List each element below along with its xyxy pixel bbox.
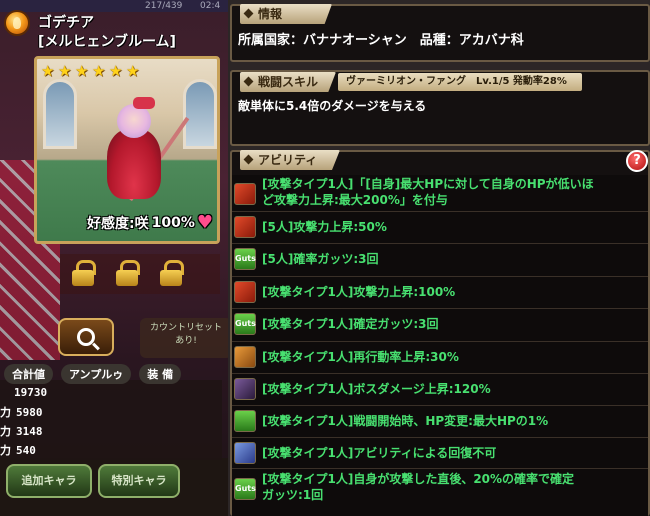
lock-slots [72, 260, 184, 286]
character-bow [133, 97, 155, 109]
ability-text: ど攻撃力上昇:最大200%」を付与 [262, 193, 448, 207]
affection-label: 好感度: [86, 215, 135, 232]
star-icon: ★ [109, 62, 123, 80]
attack-up-icon [234, 281, 256, 303]
divider [232, 276, 648, 277]
hp-change-icon [234, 410, 256, 432]
ability-text: [攻撃タイプ1人]戦闘開始時、HP変更:最大HPの1% [262, 414, 549, 428]
count-reset-badge: カウントリセット あり! [140, 318, 232, 358]
add-character-button[interactable]: 追加キャラ [6, 464, 92, 498]
divider [232, 243, 648, 244]
affection-rank: 咲 [134, 215, 149, 232]
ability-text: [攻撃タイプ1人]攻撃力上昇:100% [262, 285, 456, 299]
attack-up-icon [234, 183, 256, 205]
ability-text: [攻撃タイプ1人]ボスダメージ上昇:120% [262, 382, 491, 396]
skill-name-bar: ヴァーミリオン・ファング Lv.1/5 発動率28% [338, 73, 582, 91]
re-action-icon [234, 346, 256, 368]
star-icon: ★ [126, 62, 140, 80]
guts-icon: Guts [234, 478, 256, 500]
rarity-stars: ★ ★ ★ ★ ★ ★ [41, 63, 142, 79]
ability-text: [5人]確率ガッツ:3回 [262, 252, 379, 266]
boss-damage-icon [234, 378, 256, 400]
divider [232, 405, 648, 406]
stat-total: 19730 [14, 386, 48, 399]
timer-value: 02:4 [200, 1, 221, 11]
special-character-button[interactable]: 特別キャラ [98, 464, 180, 498]
star-icon: ★ [58, 62, 72, 80]
character-portrait[interactable]: ★ ★ ★ ★ ★ ★ 好感度: 咲 100% ♥ [34, 56, 220, 244]
ability-text: [攻撃タイプ1人]自身が攻撃した直後、20%の確率で確定 [262, 472, 575, 486]
tab-total[interactable]: 合計値 [4, 364, 53, 384]
count-reset-line1: カウントリセット [149, 323, 222, 333]
guts-icon: Guts [234, 248, 256, 270]
help-button[interactable]: ? [626, 150, 648, 172]
character-name: ゴデチア [38, 15, 94, 31]
stat-label: 力 [0, 406, 11, 419]
stat-label: 力 [0, 444, 11, 457]
window-arch [43, 79, 77, 149]
ability-tab: アビリティ [240, 150, 340, 170]
divider [232, 341, 648, 342]
tab-ampoule[interactable]: アンプルゥ [61, 364, 132, 384]
magnifier-icon [77, 328, 95, 346]
tab-equipment[interactable]: 装 備 [139, 364, 182, 384]
skill-tab: 戦闘スキル [240, 72, 336, 92]
character-head [117, 104, 151, 138]
stat-row: 力 5980 [0, 404, 43, 420]
stat-row: 力 3148 [0, 423, 43, 439]
star-icon: ★ [92, 62, 106, 80]
guts-icon: Guts [234, 313, 256, 335]
divider [232, 308, 648, 309]
stat-value: 540 [16, 444, 36, 457]
divider [232, 211, 648, 212]
window-arch [183, 79, 217, 149]
ability-text: [攻撃タイプ1人]再行動率上昇:30% [262, 350, 459, 364]
heart-icon: ♥ [196, 212, 213, 233]
stat-row: 力 540 [0, 442, 36, 458]
ability-text: [5人]攻撃力上昇:50% [262, 220, 387, 234]
character-subname: [メルヒェンブルーム] [38, 34, 176, 50]
star-icon: ★ [75, 62, 89, 80]
lock-icon[interactable] [116, 260, 140, 286]
divider [232, 373, 648, 374]
divider [232, 437, 648, 438]
ability-text: [攻撃タイプ1人]アビリティによる回復不可 [262, 446, 497, 460]
count-reset-line2: あり! [175, 336, 197, 346]
info-text: 所属国家：バナナオーシャン 品種：アカバナ科 [238, 33, 524, 48]
stamina-value: 217/439 [145, 1, 183, 11]
ability-text: [攻撃タイプ1人]「[自身]最大HPに対して自身のHPが低いほ [262, 177, 594, 191]
no-heal-icon [234, 442, 256, 464]
lock-icon[interactable] [160, 260, 184, 286]
affection-indicator: 好感度: 咲 100% ♥ [87, 212, 213, 233]
divider [232, 468, 648, 469]
ability-text: ガッツ:1回 [262, 488, 324, 502]
skill-description: 敵単体に5.4倍のダメージを与える [238, 99, 427, 113]
stat-label: 力 [0, 425, 11, 438]
ability-list[interactable]: [攻撃タイプ1人]「[自身]最大HPに対して自身のHPが低いほ ど攻撃力上昇:最… [232, 175, 648, 516]
attack-up-icon [234, 216, 256, 238]
info-tab: 情報 [240, 4, 332, 24]
attribute-emblem-icon [4, 10, 30, 36]
stats-tabs: 合計値 アンプルゥ 装 備 [4, 364, 182, 384]
lock-icon[interactable] [72, 260, 96, 286]
stat-value: 3148 [16, 425, 43, 438]
zoom-button[interactable] [58, 318, 114, 356]
star-icon: ★ [41, 62, 55, 80]
ability-text: [攻撃タイプ1人]確定ガッツ:3回 [262, 317, 439, 331]
character-dress [107, 129, 161, 199]
affection-value: 100% [151, 214, 195, 231]
stat-value: 5980 [16, 406, 43, 419]
